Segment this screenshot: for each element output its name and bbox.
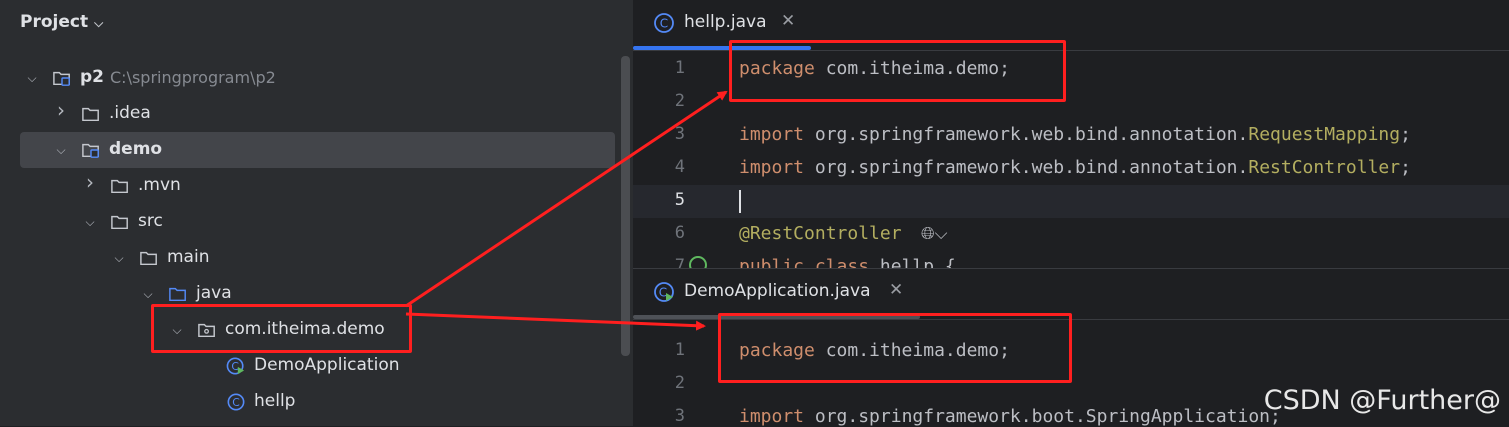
annotation-arrows	[405, 90, 728, 331]
arrow-to-top-package	[405, 90, 728, 308]
watermark: CSDN @Further@	[1263, 385, 1501, 416]
arrow-to-bottom-package	[405, 312, 706, 331]
